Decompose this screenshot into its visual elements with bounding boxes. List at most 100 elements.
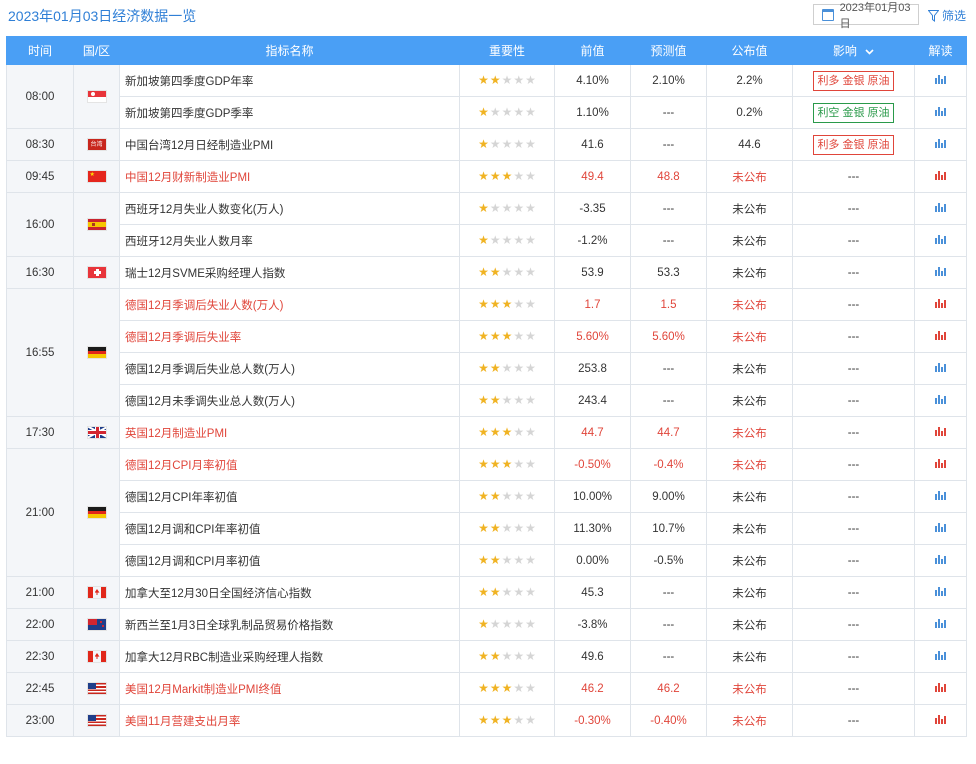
time-cell: 23:00 [6, 704, 74, 737]
star-icon: ★ [525, 137, 536, 151]
importance-stars: ★ ★ ★ ★ ★ [478, 362, 536, 374]
analysis-cell[interactable] [914, 672, 967, 705]
analysis-cell[interactable] [914, 704, 967, 737]
analysis-cell[interactable] [914, 96, 967, 129]
filter-button[interactable]: 筛选 [928, 7, 966, 24]
forecast-value: 9.00% [630, 480, 707, 513]
country-cell [73, 256, 120, 289]
importance-cell: ★ ★ ★ ★ ★ [459, 640, 555, 673]
indicator-name[interactable]: 西班牙12月失业人数变化(万人) [119, 192, 460, 225]
time-cell: 16:55 [6, 288, 74, 417]
analysis-cell[interactable] [914, 352, 967, 385]
actual-value: 未公布 [706, 288, 793, 321]
star-icon: ★ [489, 137, 501, 151]
analysis-cell[interactable] [914, 128, 967, 161]
bar-chart-icon[interactable] [935, 586, 946, 596]
previous-value: 44.7 [554, 416, 631, 449]
star-icon: ★ [501, 393, 513, 407]
forecast-value: --- [630, 608, 707, 641]
indicator-name[interactable]: 德国12月未季调失业总人数(万人) [119, 384, 460, 417]
star-icon: ★ [478, 233, 489, 247]
analysis-cell[interactable] [914, 512, 967, 545]
analysis-cell[interactable] [914, 160, 967, 193]
analysis-cell[interactable] [914, 448, 967, 481]
indicator-name[interactable]: 美国12月Markit制造业PMI终值 [119, 672, 460, 705]
indicator-name[interactable]: 瑞士12月SVME采购经理人指数 [119, 256, 460, 289]
analysis-cell[interactable] [914, 288, 967, 321]
indicator-name[interactable]: 德国12月CPI年率初值 [119, 480, 460, 513]
bar-chart-icon[interactable] [935, 426, 946, 436]
star-icon: ★ [478, 73, 489, 87]
indicator-name[interactable]: 新加坡第四季度GDP季率 [119, 96, 460, 129]
indicator-name[interactable]: 英国12月制造业PMI [119, 416, 460, 449]
indicator-name[interactable]: 加拿大至12月30日全国经济信心指数 [119, 576, 460, 609]
star-icon: ★ [513, 329, 525, 343]
impact-cell: --- [792, 576, 915, 609]
bar-chart-icon[interactable] [935, 394, 946, 404]
analysis-cell[interactable] [914, 416, 967, 449]
bar-chart-icon[interactable] [935, 554, 946, 564]
star-icon: ★ [489, 297, 501, 311]
bar-chart-icon[interactable] [935, 682, 946, 692]
indicator-name[interactable]: 加拿大12月RBC制造业采购经理人指数 [119, 640, 460, 673]
star-icon: ★ [489, 393, 501, 407]
bar-chart-icon[interactable] [935, 490, 946, 500]
analysis-cell[interactable] [914, 384, 967, 417]
date-picker[interactable]: 2023年01月03日 [813, 2, 919, 30]
analysis-cell[interactable] [914, 192, 967, 225]
time-cell: 16:00 [6, 192, 74, 257]
indicator-name[interactable]: 美国11月营建支出月率 [119, 704, 460, 737]
bar-chart-icon[interactable] [935, 650, 946, 660]
bar-chart-icon[interactable] [935, 362, 946, 372]
table-row: 09:45 ★ 中国12月财新制造业PMI ★ ★ ★ ★ ★ 49.4 48.8 未公布 --- [6, 160, 967, 193]
analysis-cell[interactable] [914, 320, 967, 353]
importance-cell: ★ ★ ★ ★ ★ [459, 288, 555, 321]
bar-chart-icon[interactable] [935, 714, 946, 724]
col-analysis: 解读 [914, 36, 967, 65]
bar-chart-icon[interactable] [935, 522, 946, 532]
bar-chart-icon[interactable] [935, 266, 946, 276]
indicator-name[interactable]: 中国台湾12月日经制造业PMI [119, 128, 460, 161]
star-icon: ★ [525, 649, 536, 663]
bar-chart-icon[interactable] [935, 618, 946, 628]
bar-chart-icon[interactable] [935, 458, 946, 468]
indicator-name[interactable]: 德国12月CPI月率初值 [119, 448, 460, 481]
indicator-name[interactable]: 德国12月季调后失业率 [119, 320, 460, 353]
analysis-cell[interactable] [914, 640, 967, 673]
star-icon: ★ [501, 521, 513, 535]
bar-chart-icon[interactable] [935, 330, 946, 340]
bar-chart-icon[interactable] [935, 138, 946, 148]
forecast-value: 48.8 [630, 160, 707, 193]
star-icon: ★ [513, 361, 525, 375]
analysis-cell[interactable] [914, 224, 967, 257]
indicator-name[interactable]: 德国12月季调后失业总人数(万人) [119, 352, 460, 385]
star-icon: ★ [501, 265, 513, 279]
analysis-cell[interactable] [914, 576, 967, 609]
star-icon: ★ [525, 585, 536, 599]
indicator-name[interactable]: 中国12月财新制造业PMI [119, 160, 460, 193]
table-row: 16:55 德国12月季调后失业人数(万人) ★ ★ ★ ★ ★ 1.7 1.5 未公布 --- [6, 288, 967, 417]
indicator-name[interactable]: 西班牙12月失业人数月率 [119, 224, 460, 257]
bar-chart-icon[interactable] [935, 170, 946, 180]
star-icon: ★ [489, 73, 501, 87]
analysis-cell[interactable] [914, 544, 967, 577]
indicator-name[interactable]: 新加坡第四季度GDP年率 [119, 64, 460, 97]
indicator-name[interactable]: 德国12月季调后失业人数(万人) [119, 288, 460, 321]
indicator-name[interactable]: 德国12月调和CPI月率初值 [119, 544, 460, 577]
indicator-name[interactable]: 新西兰至1月3日全球乳制品贸易价格指数 [119, 608, 460, 641]
bar-chart-icon[interactable] [935, 106, 946, 116]
bar-chart-icon[interactable] [935, 234, 946, 244]
star-icon: ★ [525, 105, 536, 119]
analysis-cell[interactable] [914, 480, 967, 513]
analysis-cell[interactable] [914, 256, 967, 289]
indicator-name[interactable]: 德国12月调和CPI年率初值 [119, 512, 460, 545]
col-importance: 重要性 [459, 36, 555, 65]
bar-chart-icon[interactable] [935, 202, 946, 212]
impact-cell: --- [792, 160, 915, 193]
bar-chart-icon[interactable] [935, 74, 946, 84]
analysis-cell[interactable] [914, 608, 967, 641]
col-impact[interactable]: 影响 [792, 36, 915, 65]
bar-chart-icon[interactable] [935, 298, 946, 308]
analysis-cell[interactable] [914, 64, 967, 97]
impact-cell: --- [792, 448, 915, 481]
